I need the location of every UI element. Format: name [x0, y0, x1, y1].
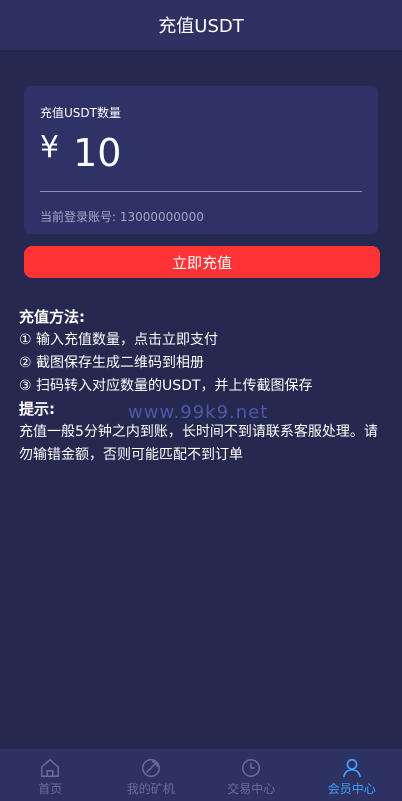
amount-row: ¥ — [40, 127, 362, 179]
home-icon — [41, 758, 60, 777]
tab-trade-center[interactable]: 交易中心 — [201, 749, 302, 801]
tab-member-center[interactable]: 会员中心 — [302, 749, 402, 801]
account-info: 当前登录账号: 13000000000 — [40, 210, 204, 224]
user-icon — [342, 758, 361, 778]
instructions: 充值方法: ① 输入充值数量，点击立即支付 ② 截图保存生成二维码到相册 ③ 扫… — [19, 306, 389, 467]
tab-label: 交易中心 — [227, 782, 276, 796]
tab-label: 我的矿机 — [126, 782, 175, 796]
page-header: 充值USDT — [0, 0, 402, 50]
step-item: ① 输入充值数量，点击立即支付 — [19, 332, 219, 348]
page-title: 充值USDT — [158, 16, 244, 37]
tab-label: 首页 — [38, 782, 63, 796]
amount-divider — [40, 191, 362, 192]
step-item: ③ 扫码转入对应数量的USDT，并上传截图保存 — [19, 378, 313, 394]
currency-symbol: ¥ — [40, 130, 60, 165]
amount-input[interactable] — [73, 131, 334, 175]
tab-my-miners[interactable]: 我的矿机 — [101, 749, 202, 801]
step-item: ② 截图保存生成二维码到相册 — [19, 355, 205, 371]
amount-label: 充值USDT数量 — [40, 106, 121, 120]
method-heading: 充值方法: — [19, 308, 85, 326]
tab-home[interactable]: 首页 — [0, 749, 101, 801]
recharge-card: 充值USDT数量 ¥ 当前登录账号: 13000000000 — [24, 86, 378, 234]
tab-label: 会员中心 — [327, 782, 376, 796]
clock-icon — [242, 759, 261, 777]
recharge-button[interactable]: 立即充值 — [24, 246, 380, 278]
miner-icon — [141, 759, 160, 777]
tips-text: 充值一般5分钟之内到账，长时间不到请联系客服处理。请勿输错金额，否则可能匹配不到… — [19, 424, 378, 463]
bottom-tabbar: 首页 我的矿机 交易中心 会员中心 — [0, 749, 402, 801]
watermark: www.99k9.net — [128, 402, 269, 423]
